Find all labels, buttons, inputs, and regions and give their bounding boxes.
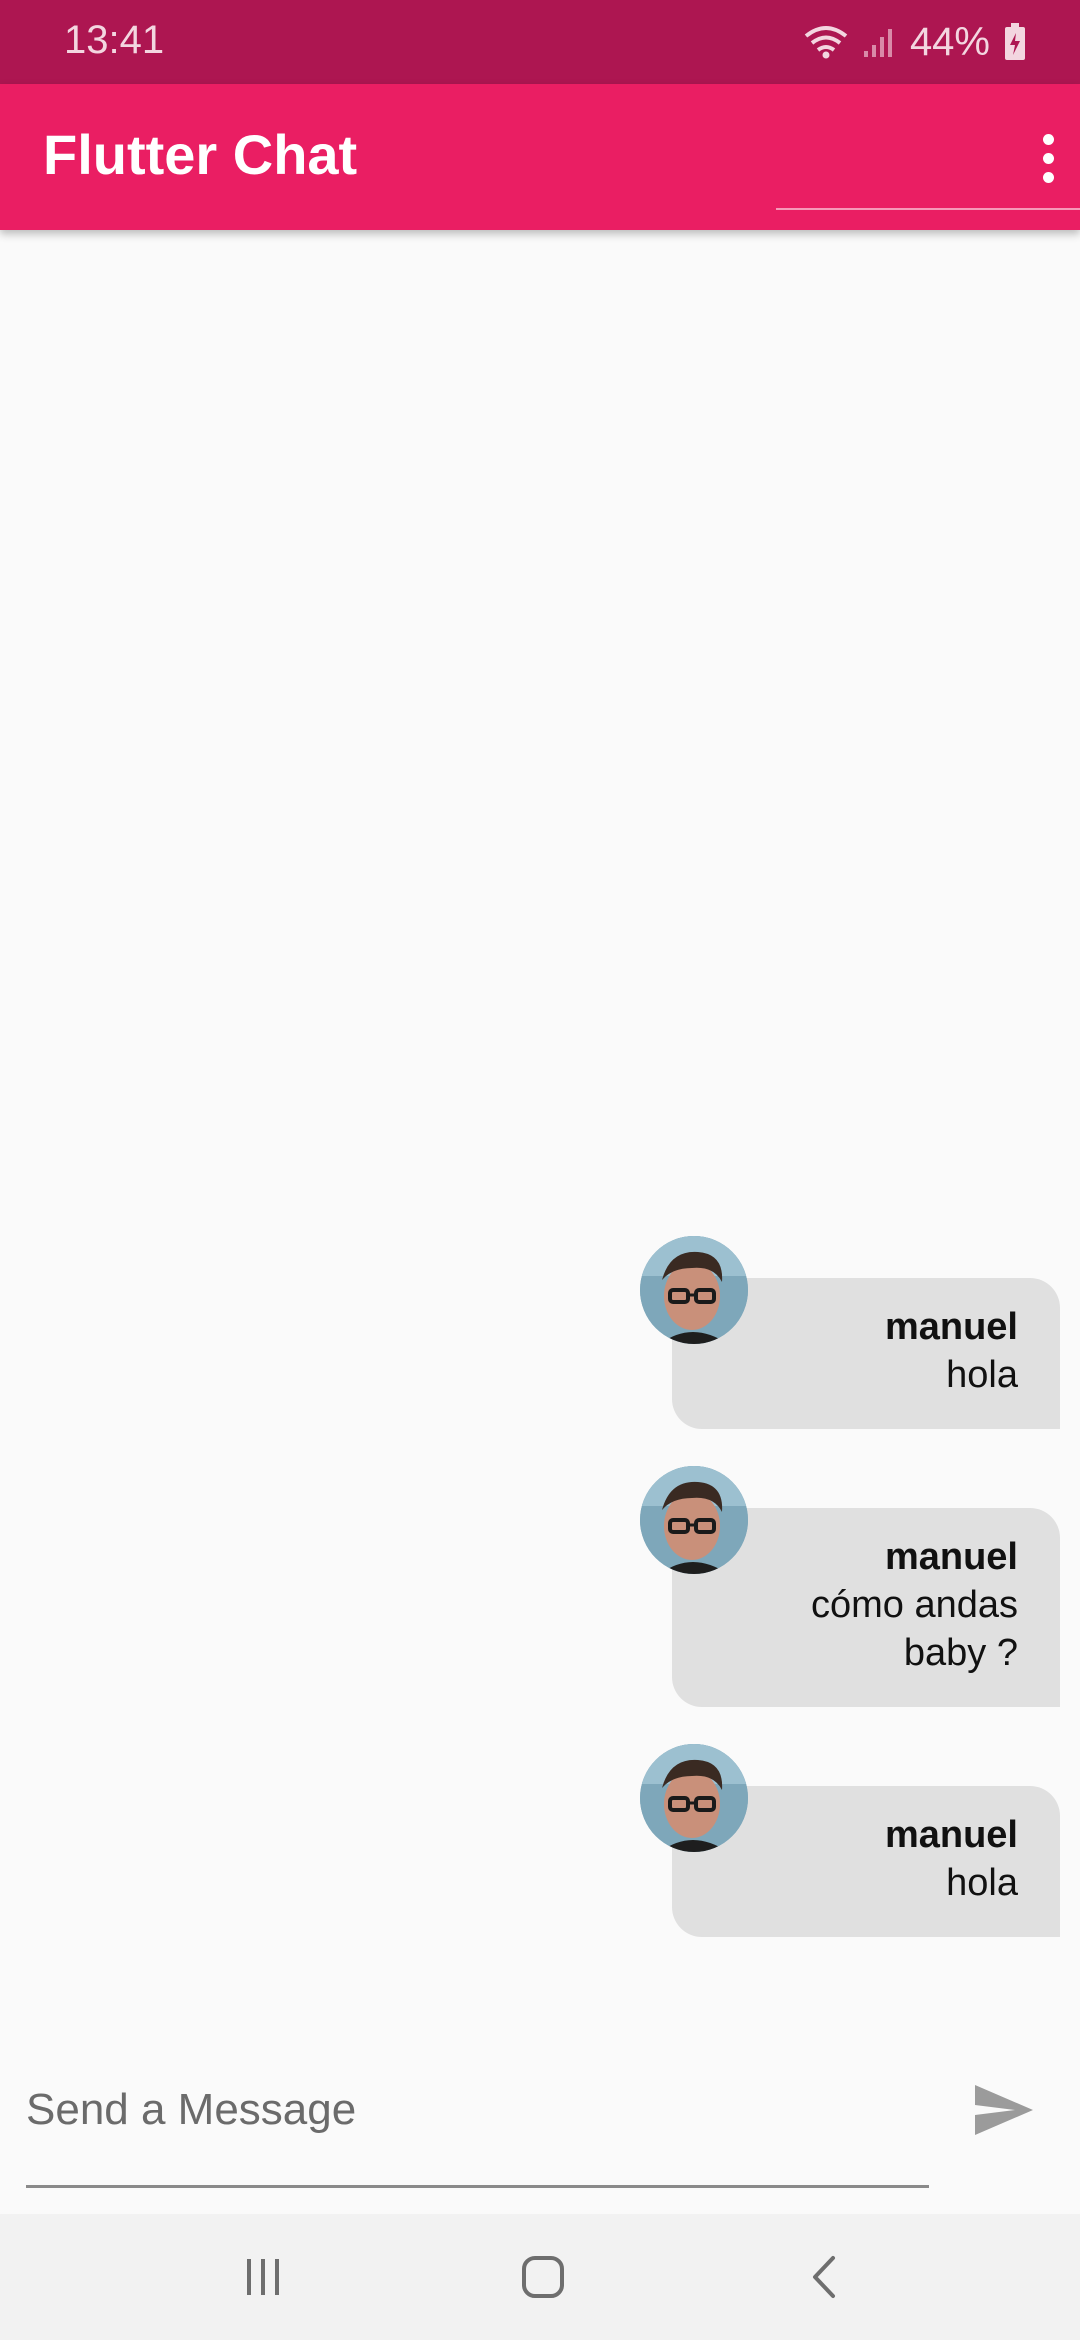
home-icon[interactable] xyxy=(503,2244,583,2310)
app-bar-divider xyxy=(776,208,1080,210)
avatar xyxy=(640,1466,748,1574)
message-text: hola xyxy=(946,1862,1018,1904)
back-icon[interactable] xyxy=(784,2244,864,2310)
status-icons: 44% xyxy=(804,18,1026,66)
recents-icon[interactable] xyxy=(223,2244,303,2310)
message-username: manuel xyxy=(884,1306,1018,1348)
input-underline xyxy=(26,2185,929,2188)
message-list[interactable]: manuel hola manuel cómo andas baby ? man… xyxy=(0,230,1080,2030)
wifi-icon xyxy=(804,24,848,60)
send-icon[interactable] xyxy=(968,2074,1040,2146)
status-bar: 13:41 44% xyxy=(0,0,1080,84)
avatar xyxy=(640,1236,748,1344)
battery-percent: 44% xyxy=(909,19,990,64)
app-bar: Flutter Chat xyxy=(0,84,1080,230)
battery-icon xyxy=(1004,23,1026,61)
message-username: manuel xyxy=(884,1814,1018,1856)
page-title: Flutter Chat xyxy=(43,123,358,186)
signal-icon xyxy=(862,25,896,59)
system-nav-bar xyxy=(0,2214,1080,2340)
message-composer xyxy=(0,2030,1080,2214)
more-vert-icon[interactable] xyxy=(1026,118,1070,198)
message-username: manuel xyxy=(884,1536,1018,1578)
avatar xyxy=(640,1744,748,1852)
status-time: 13:41 xyxy=(64,18,165,62)
message-text: cómo andas baby ? xyxy=(810,1584,1018,1674)
message-input[interactable] xyxy=(26,2074,930,2146)
message-text: hola xyxy=(946,1354,1018,1396)
